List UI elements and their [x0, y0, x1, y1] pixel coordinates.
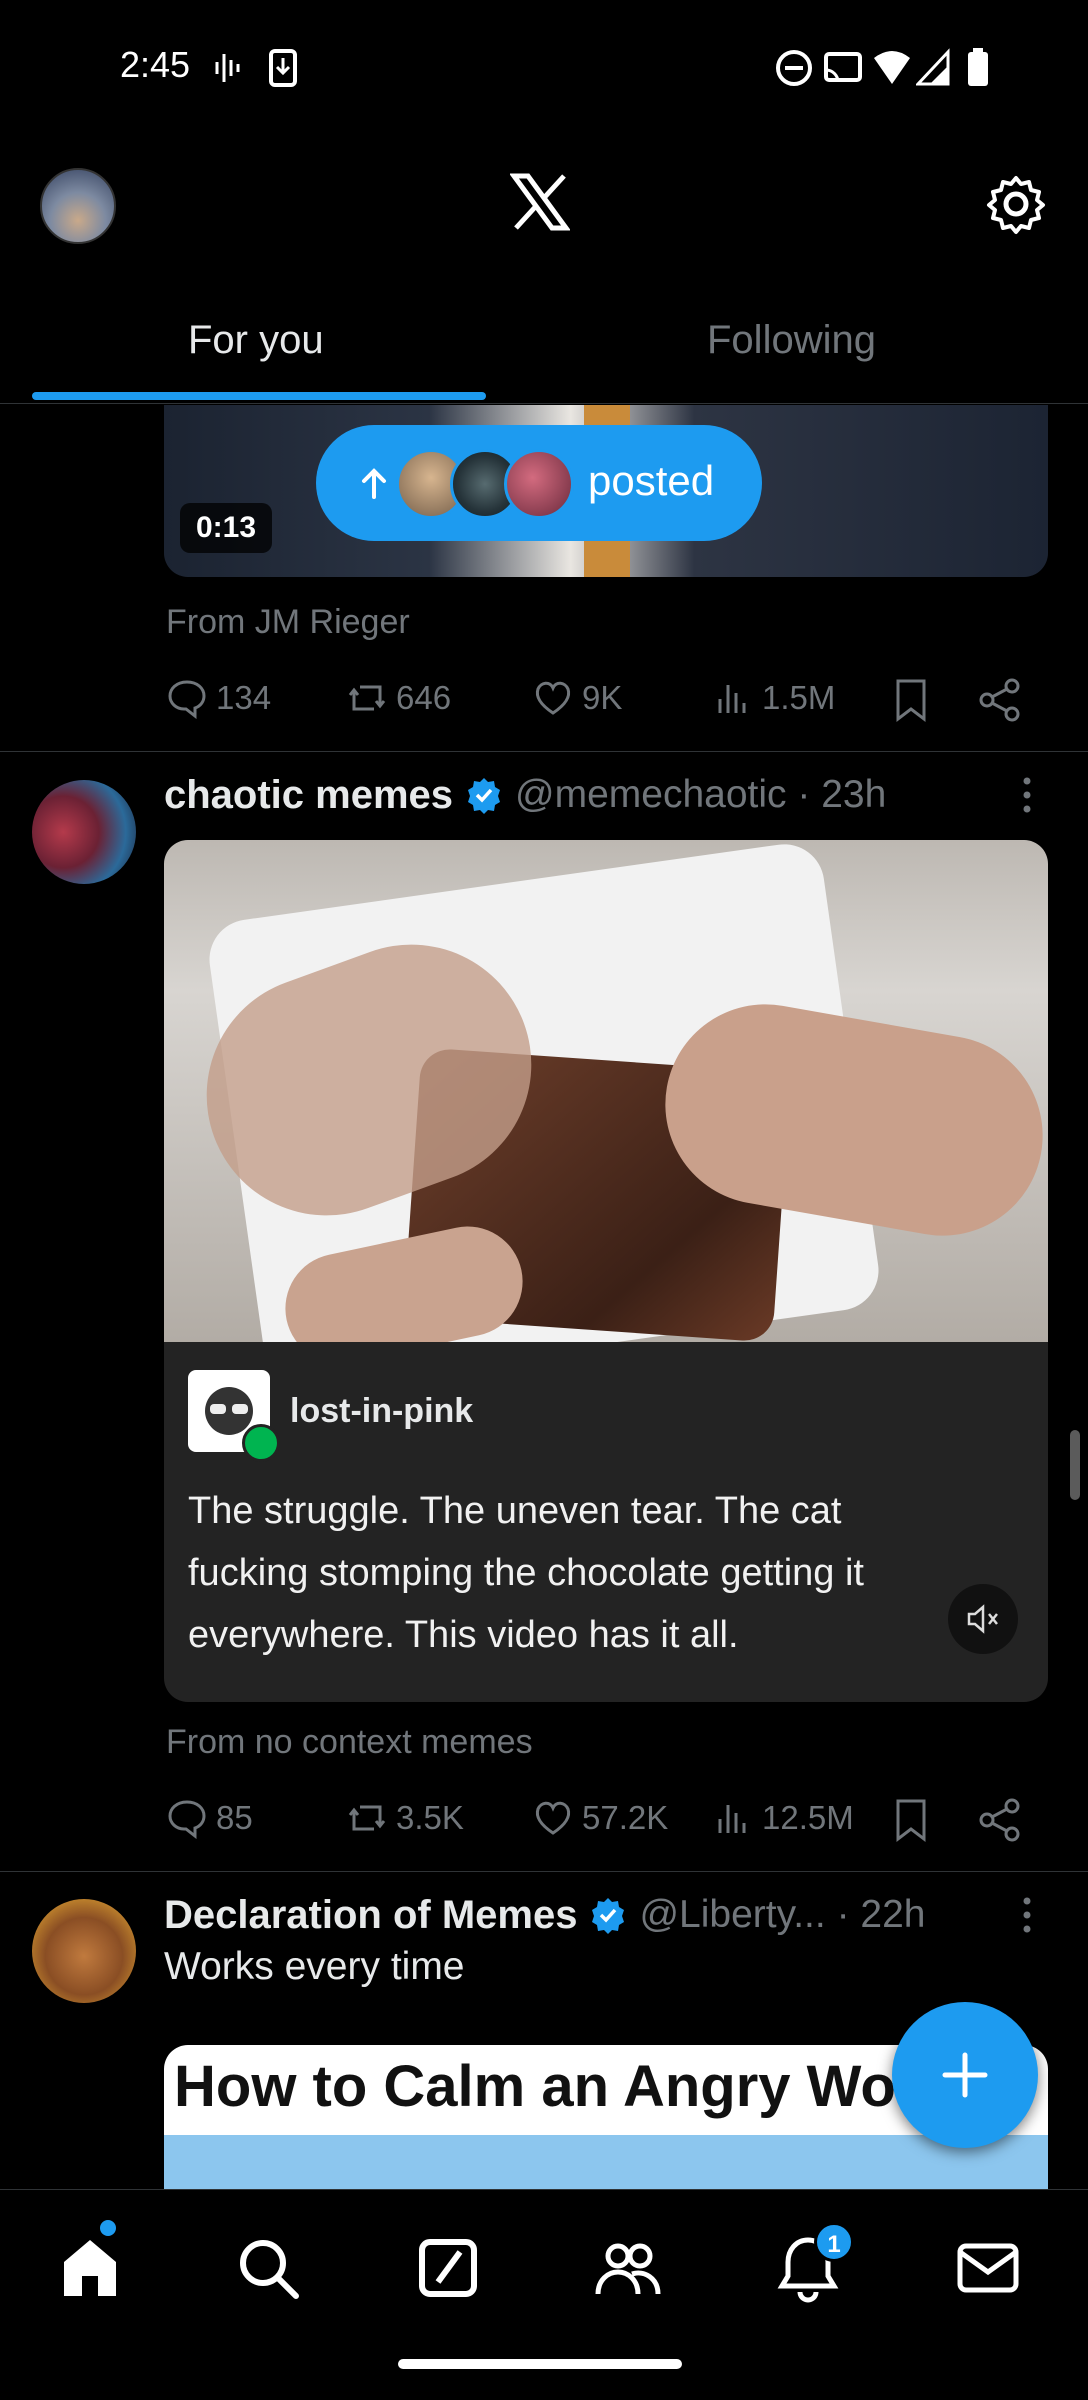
meme-image-text: How to Calm an Angry Wo [174, 2054, 896, 2119]
views-icon [718, 1805, 746, 1833]
reply-count: 134 [216, 679, 272, 716]
reply-button[interactable]: 134 [166, 677, 271, 719]
post-divider [0, 1871, 1088, 1872]
verified-icon [592, 1898, 625, 1934]
views-icon [718, 685, 746, 713]
meme-image-background [164, 2135, 1048, 2189]
like-icon [535, 681, 571, 715]
post2-avatar[interactable] [32, 780, 136, 884]
like-button[interactable]: 57.2K [532, 1797, 668, 1839]
repost-icon [348, 685, 386, 711]
status-bar: 2:45 [0, 0, 1088, 140]
mail-icon[interactable] [952, 2232, 1024, 2304]
tumblr-user: lost-in-pink [188, 1370, 474, 1462]
reply-button[interactable]: 85 [166, 1797, 253, 1839]
post-divider [0, 751, 1088, 752]
mute-button[interactable] [948, 1584, 1018, 1654]
gear-icon[interactable] [984, 172, 1048, 236]
post2-actions: 85 3.5K 57.2K 12.5M [166, 1797, 1036, 1847]
like-count: 57.2K [582, 1799, 669, 1836]
notifications-badge: 1 [814, 2222, 854, 2262]
video-duration: 0:13 [180, 503, 273, 553]
post2-display-name[interactable]: chaotic memes [164, 773, 453, 818]
post3-display-name[interactable]: Declaration of Memes [164, 1893, 577, 1938]
repost-icon [348, 1805, 386, 1831]
tumblr-username: lost-in-pink [290, 1391, 474, 1430]
x-logo-icon [510, 173, 570, 231]
more-options-icon[interactable] [1012, 1890, 1042, 1940]
post2-header: chaotic memes @memechaotic · 23h [164, 770, 886, 820]
repost-count: 3.5K [396, 1799, 464, 1836]
reblog-badge-icon [242, 1424, 280, 1462]
posted-label: posted [588, 457, 715, 504]
repost-button[interactable]: 3.5K [346, 1797, 464, 1839]
video-caption: The struggle. The uneven tear. The cat f… [188, 1490, 864, 1656]
post2-handle[interactable]: @memechaotic · 23h [515, 773, 886, 817]
status-time: 2:45 [120, 44, 191, 85]
mute-icon [967, 1604, 998, 1634]
tab-for-you[interactable]: For you [188, 318, 324, 363]
home-icon[interactable] [54, 2232, 126, 2304]
tab-indicator [32, 392, 486, 400]
like-button[interactable]: 9K [532, 677, 622, 719]
grok-icon[interactable] [412, 2232, 484, 2304]
bookmark-icon[interactable] [890, 1797, 932, 1843]
post3-header: Declaration of Memes @Liberty... · 22h [164, 1890, 925, 1940]
wifi-icon [874, 51, 910, 84]
share-icon[interactable] [978, 1797, 1022, 1843]
timeline-feed[interactable]: 0:13 posted From JM Rieger 134 646 9K 1.… [0, 405, 1088, 2189]
post1-source[interactable]: From JM Rieger [166, 603, 410, 642]
new-posts-pill[interactable]: posted [316, 425, 762, 541]
like-count: 9K [582, 679, 623, 716]
signal-icon [916, 48, 950, 86]
dnd-icon [776, 50, 812, 86]
top-bar [0, 150, 1088, 260]
timeline-tabs: For you Following [0, 290, 1088, 404]
post3-avatar[interactable] [32, 1899, 136, 2003]
video-frame [164, 840, 1048, 1342]
verified-icon [468, 778, 501, 814]
battery-icon [968, 48, 988, 86]
repost-button[interactable]: 646 [346, 677, 451, 719]
cast-icon [824, 52, 862, 83]
share-icon[interactable] [978, 677, 1022, 723]
like-icon [535, 1801, 571, 1835]
more-options-icon[interactable] [1012, 770, 1042, 820]
communities-icon[interactable] [592, 2232, 664, 2304]
download-icon [269, 49, 297, 87]
arrow-up-icon [362, 468, 386, 499]
views-button[interactable]: 1.5M [712, 677, 835, 719]
post3-handle[interactable]: @Liberty... · 22h [639, 1893, 925, 1937]
post1-actions: 134 646 9K 1.5M [166, 677, 1036, 727]
reply-icon [168, 1800, 206, 1839]
post3-text: Works every time [164, 1945, 465, 1988]
profile-avatar[interactable] [40, 168, 116, 244]
audio-wave-icon [215, 54, 240, 82]
pill-avatar-3 [504, 449, 574, 519]
post2-video[interactable]: lost-in-pink The struggle. The uneven te… [164, 840, 1048, 1702]
compose-post-button[interactable] [892, 2002, 1038, 2148]
home-notification-dot [100, 2220, 116, 2236]
repost-count: 646 [396, 679, 452, 716]
home-indicator[interactable] [398, 2359, 682, 2369]
tab-following[interactable]: Following [707, 318, 876, 363]
tumblr-avatar [188, 1370, 280, 1462]
post2-source[interactable]: From no context memes [166, 1723, 533, 1762]
plus-icon [942, 2052, 988, 2098]
reply-icon [168, 680, 206, 719]
views-count: 12.5M [762, 1799, 854, 1836]
bookmark-icon[interactable] [890, 677, 932, 723]
views-button[interactable]: 12.5M [712, 1797, 854, 1839]
scrollbar-thumb[interactable] [1070, 1430, 1080, 1500]
reply-count: 85 [216, 1799, 253, 1836]
search-icon[interactable] [232, 2232, 304, 2304]
views-count: 1.5M [762, 679, 836, 716]
